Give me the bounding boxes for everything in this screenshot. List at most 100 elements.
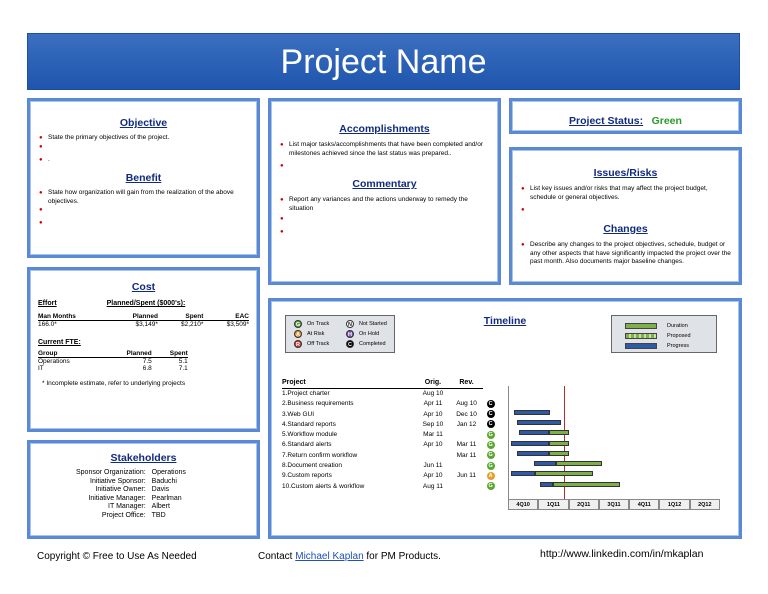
stakeholders-heading: Stakeholders — [110, 452, 177, 464]
timeline-col-orig: Orig. — [416, 378, 450, 389]
legend-item: R Off Track — [294, 340, 329, 348]
task-rev: Jun 11 — [457, 472, 477, 480]
gantt-bar — [539, 481, 554, 487]
contact-suffix: for PM Products. — [363, 551, 441, 562]
legend-status-icon: A — [294, 330, 302, 338]
project-status-label: Project Status: — [569, 115, 644, 127]
task-rev: Mar 11 — [456, 441, 477, 449]
cost-cell: $2,210* — [181, 321, 204, 328]
quarter-label: 2Q11 — [568, 499, 599, 510]
proposed-swatch — [625, 333, 657, 339]
footer-url: http://www.linkedin.com/in/mkaplan — [540, 548, 704, 560]
stakeholder-value: Albert — [151, 503, 170, 510]
cost-cell: $3,509* — [226, 321, 249, 328]
timeline-col-project: Project — [282, 378, 417, 389]
table-row: 4.Standard reports Sep 10 Jan 12 C — [282, 419, 498, 429]
stakeholder-role: IT Manager: — [108, 503, 146, 510]
legend-proposed-label: Proposed — [667, 333, 691, 339]
stakeholder-value: Operations — [151, 469, 186, 476]
stakeholders-panel: Stakeholders Sponsor Organization: Operat… — [27, 440, 260, 539]
task-status: A — [483, 471, 498, 481]
timeline-panel: Timeline G On Track N Not Started A At Risk H O… — [268, 298, 742, 539]
stakeholder-row: Sponsor Organization: Operations — [76, 469, 186, 478]
objective-bullet — [38, 143, 249, 156]
quarter-label: 1Q11 — [538, 499, 569, 510]
gantt-bar — [548, 440, 569, 446]
legend-item: C Completed — [346, 340, 386, 348]
task-status: G — [483, 481, 498, 491]
fte-cell: Operations — [38, 358, 70, 365]
benefit-bullet: State how organization will gain from th… — [38, 189, 249, 206]
cost-cell: $3,149* — [135, 321, 158, 328]
task-name: 1.Project charter — [282, 390, 330, 398]
benefit-heading: Benefit — [125, 172, 162, 184]
task-orig: Apr 11 — [423, 400, 443, 408]
table-row: 3.Web GUI Apr 10 Dec 10 C — [282, 409, 498, 419]
status-icon: C — [486, 399, 495, 408]
task-rev — [450, 429, 484, 439]
fte-col-header: Planned — [101, 350, 152, 358]
task-orig: Apr 10 — [423, 441, 443, 449]
gantt-bar — [517, 450, 549, 456]
fte-cell: IT — [38, 365, 44, 372]
legend-duration-label: Duration — [667, 323, 688, 329]
fte-cell: 6.8 — [142, 365, 152, 372]
stakeholder-row: Project Office: TBD — [76, 512, 186, 521]
legend-item: G On Track — [294, 320, 329, 328]
legend-status-icon: R — [294, 340, 302, 348]
task-orig — [416, 450, 450, 460]
task-rev: Dec 10 — [456, 410, 477, 418]
task-rev — [450, 388, 484, 398]
task-orig: Jun 11 — [423, 462, 443, 470]
legend-proposed: Proposed — [625, 331, 716, 341]
accomplishments-bullet — [279, 162, 490, 171]
gantt-quarter-axis: 4Q10 1Q11 2Q11 3Q11 4Q11 1Q12 2Q12 — [508, 499, 720, 510]
fte-col-header: Group — [38, 350, 102, 358]
quarter-label: 2Q12 — [689, 499, 720, 510]
task-rev — [450, 460, 484, 470]
page-title: Project Name — [27, 33, 740, 90]
quarter-label: 3Q11 — [598, 499, 630, 510]
stakeholder-role: Sponsor Organization: — [76, 469, 146, 476]
legend-status-icon: H — [346, 330, 354, 338]
task-status: C — [483, 419, 498, 429]
task-name: 4.Standard reports — [282, 420, 336, 428]
issues-bullet: List key issues and/or risks that may af… — [520, 185, 731, 202]
planned-spent-label: Planned/Spent ($000's): — [106, 300, 186, 307]
changes-heading: Changes — [603, 223, 648, 235]
gantt-bar — [518, 430, 549, 436]
fte-cell: 7.1 — [178, 365, 188, 372]
task-name: 10.Custom alerts & workflow — [282, 482, 365, 490]
footer-contact: Contact Michael Kaplan for PM Products. — [258, 551, 441, 562]
gantt-bar — [556, 461, 602, 467]
task-orig: Mar 11 — [423, 431, 443, 439]
task-status: C — [483, 399, 498, 409]
cost-heading: Cost — [131, 281, 156, 293]
task-rev: Jan 12 — [456, 420, 477, 428]
accomplishments-bullet: List major tasks/accomplishments that ha… — [279, 141, 490, 158]
legend-status-label: Completed — [359, 341, 386, 347]
legend-status-label: On Track — [307, 321, 330, 327]
legend-status-label: On Hold — [359, 331, 380, 337]
contact-link[interactable]: Michael Kaplan — [295, 551, 363, 562]
gantt-bar — [511, 440, 549, 446]
status-icon: G — [486, 461, 495, 470]
fte-label: Current FTE: — [38, 339, 81, 346]
task-status — [483, 388, 498, 398]
fte-cell: 7.5 — [142, 358, 152, 365]
cost-panel: Cost Effort Planned/Spent ($000's): Man … — [27, 267, 260, 432]
contact-prefix: Contact — [258, 551, 296, 562]
status-icon: G — [486, 440, 495, 449]
task-name: 7.Return confirm workflow — [282, 451, 358, 459]
stakeholder-value: TBD — [151, 511, 166, 519]
quarter-label: 4Q11 — [629, 499, 660, 510]
legend-status-icon: C — [346, 340, 354, 348]
accomplishments-heading: Accomplishments — [339, 123, 430, 135]
table-row: 8.Document creation Jun 11 G — [282, 460, 498, 470]
timeline-col-status — [483, 378, 498, 388]
stakeholder-role: Initiative Sponsor: — [90, 477, 146, 485]
legend-duration: Duration — [625, 321, 716, 331]
status-legend: G On Track N Not Started A At Risk H On Hold R Of… — [285, 315, 395, 353]
issues-bullet — [520, 206, 731, 215]
table-row: 7.Return confirm workflow Mar 11 G — [282, 450, 498, 460]
